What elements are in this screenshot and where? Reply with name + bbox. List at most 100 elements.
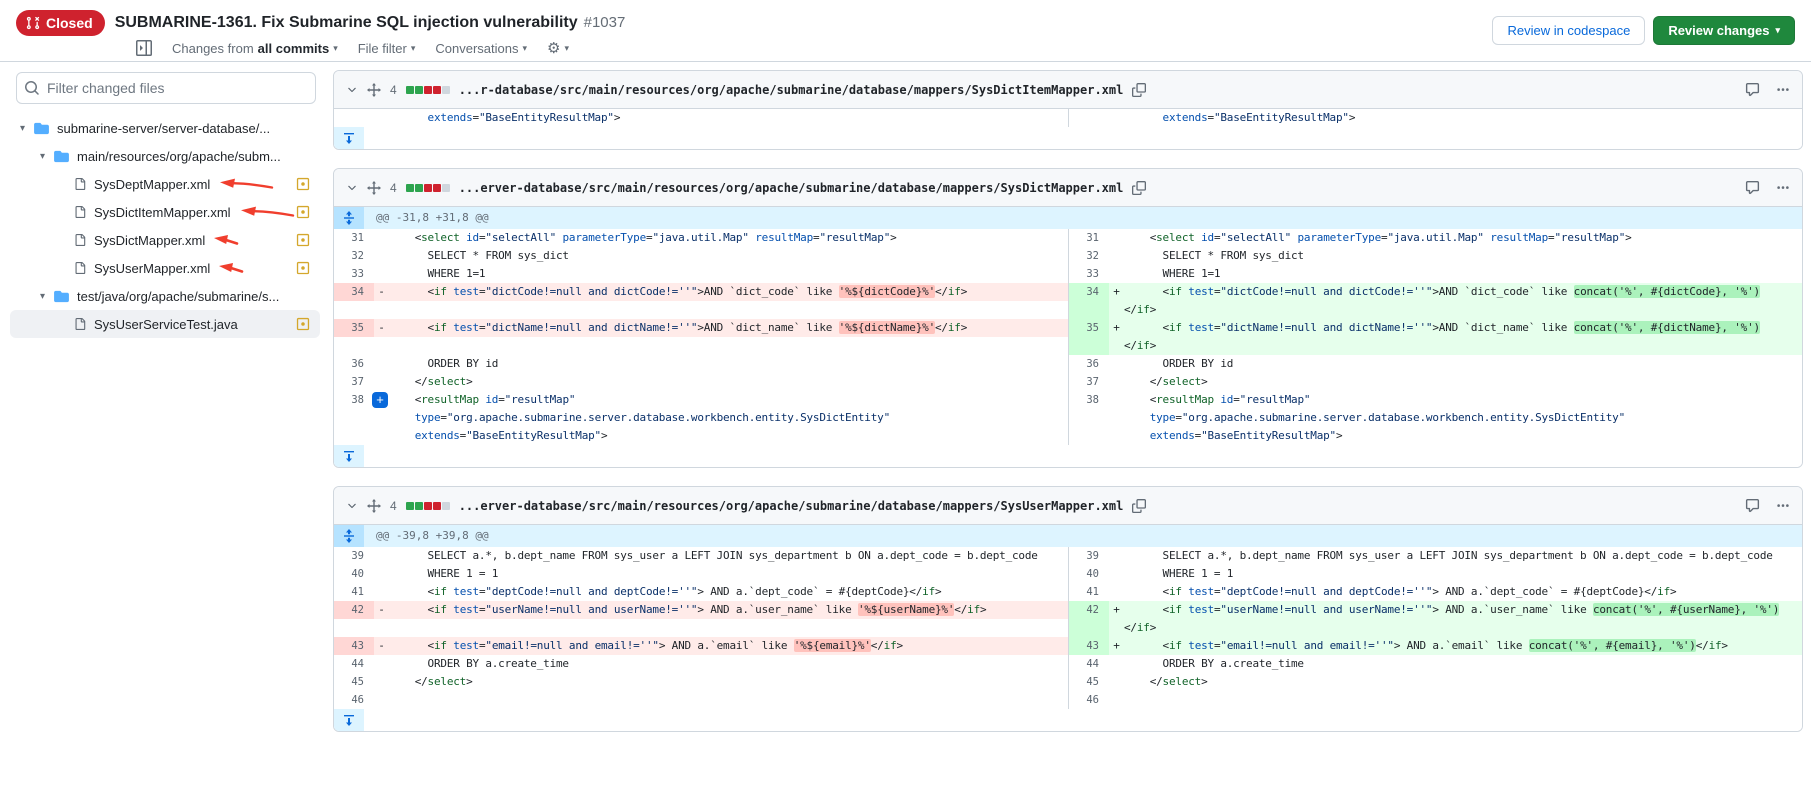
code-line: ORDER BY id xyxy=(1124,355,1802,373)
comment-icon[interactable] xyxy=(1745,82,1760,97)
line-number xyxy=(1069,301,1109,319)
line-number[interactable]: 36 xyxy=(334,355,374,373)
line-number[interactable]: 41 xyxy=(334,583,374,601)
code-line: <if test="userName!=null and userName!='… xyxy=(389,601,1068,619)
pr-status-label: Closed xyxy=(46,15,93,31)
diff-side-right: </if> xyxy=(1068,301,1802,319)
tree-file-item[interactable]: SysUserServiceTest.java xyxy=(10,310,320,338)
line-number[interactable]: 45 xyxy=(1069,673,1109,691)
line-number[interactable]: 33 xyxy=(1069,265,1109,283)
line-number[interactable]: 43 xyxy=(1069,637,1109,655)
diff-row: 32 SELECT * FROM sys_dict32 SELECT * FRO… xyxy=(334,247,1802,265)
chevron-down-icon: ▾ xyxy=(20,123,34,134)
expand-down-button[interactable] xyxy=(334,127,364,149)
line-number[interactable]: 35 xyxy=(1069,319,1109,337)
line-number[interactable]: 43 xyxy=(334,637,374,655)
code-line xyxy=(389,619,1068,637)
line-number[interactable]: 45 xyxy=(334,673,374,691)
line-number[interactable]: 40 xyxy=(334,565,374,583)
diff-side-right: 33 WHERE 1=1 xyxy=(1068,265,1802,283)
filter-files-input[interactable] xyxy=(16,72,316,104)
diff-settings-button[interactable]: ⚙ ▾ xyxy=(547,41,569,56)
line-number[interactable]: 41 xyxy=(1069,583,1109,601)
collapse-file-button[interactable] xyxy=(346,182,358,194)
line-number[interactable]: 32 xyxy=(334,247,374,265)
line-number[interactable]: 36 xyxy=(1069,355,1109,373)
line-number[interactable]: 31 xyxy=(1069,229,1109,247)
drag-handle-icon[interactable] xyxy=(367,499,381,513)
line-number[interactable]: 39 xyxy=(1069,547,1109,565)
code-line: </select> xyxy=(389,373,1068,391)
kebab-menu-button[interactable] xyxy=(1776,83,1790,97)
comment-icon[interactable] xyxy=(1745,180,1760,195)
diff-row: 37 </select>37 </select> xyxy=(334,373,1802,391)
line-number[interactable]: 42 xyxy=(1069,601,1109,619)
diff-list: 4...r-database/src/main/resources/org/ap… xyxy=(326,62,1811,750)
diff-footer xyxy=(334,127,1802,149)
collapse-file-button[interactable] xyxy=(346,84,358,96)
line-number[interactable]: 44 xyxy=(334,655,374,673)
diff-sign: - xyxy=(374,637,389,655)
tree-file-item[interactable]: SysUserMapper.xml xyxy=(10,254,320,282)
expand-down-button[interactable] xyxy=(334,709,364,731)
line-number xyxy=(334,109,374,127)
line-number[interactable]: 42 xyxy=(334,601,374,619)
tree-folder-item[interactable]: ▾ main/resources/org/apache/subm... xyxy=(10,142,320,170)
tree-item-label: main/resources/org/apache/subm... xyxy=(77,149,281,164)
kebab-menu-button[interactable] xyxy=(1776,499,1790,513)
expand-hunk-button[interactable] xyxy=(334,207,364,229)
line-number[interactable]: 31 xyxy=(334,229,374,247)
copy-path-button[interactable] xyxy=(1132,499,1146,513)
kebab-menu-button[interactable] xyxy=(1776,181,1790,195)
diff-row: 31 <select id="selectAll" parameterType=… xyxy=(334,229,1802,247)
line-number[interactable]: 44 xyxy=(1069,655,1109,673)
copy-path-button[interactable] xyxy=(1132,181,1146,195)
line-number[interactable]: 38+ xyxy=(334,391,374,409)
diff-side-right: 39 SELECT a.*, b.dept_name FROM sys_user… xyxy=(1068,547,1802,565)
review-changes-button[interactable]: Review changes ▾ xyxy=(1653,16,1795,45)
diff-sign xyxy=(1109,247,1124,265)
tree-folder-item[interactable]: ▾test/java/org/apache/submarine/s... xyxy=(10,282,320,310)
file-filter-dropdown[interactable]: File filter ▾ xyxy=(358,41,416,56)
review-in-codespace-button[interactable]: Review in codespace xyxy=(1492,16,1645,45)
line-number[interactable]: 46 xyxy=(334,691,374,709)
diff-side-left: 36 ORDER BY id xyxy=(334,355,1068,373)
changes-from-dropdown[interactable]: Changes from all commits ▾ xyxy=(172,41,338,56)
line-number[interactable]: 37 xyxy=(1069,373,1109,391)
diffstat-square-add xyxy=(406,184,414,192)
line-number[interactable]: 40 xyxy=(1069,565,1109,583)
expand-hunk-button[interactable] xyxy=(334,525,364,547)
expand-down-button[interactable] xyxy=(334,445,364,467)
add-comment-button[interactable]: + xyxy=(372,392,388,408)
conversations-dropdown[interactable]: Conversations ▾ xyxy=(435,41,527,56)
chevron-down-icon: ▾ xyxy=(40,151,54,162)
diff-sign xyxy=(1109,265,1124,283)
copy-path-button[interactable] xyxy=(1132,83,1146,97)
line-number[interactable]: 34 xyxy=(1069,283,1109,301)
drag-handle-icon[interactable] xyxy=(367,181,381,195)
tree-file-item[interactable]: SysDictItemMapper.xml xyxy=(10,198,320,226)
collapse-file-button[interactable] xyxy=(346,500,358,512)
tree-file-item[interactable]: SysDictMapper.xml xyxy=(10,226,320,254)
comment-icon[interactable] xyxy=(1745,498,1760,513)
drag-handle-icon[interactable] xyxy=(367,83,381,97)
line-number[interactable]: 39 xyxy=(334,547,374,565)
line-number[interactable]: 32 xyxy=(1069,247,1109,265)
diff-side-right: 31 <select id="selectAll" parameterType=… xyxy=(1068,229,1802,247)
diff-row: </if> xyxy=(334,619,1802,637)
tree-file-item[interactable]: SysDeptMapper.xml xyxy=(10,170,320,198)
code-line: extends="BaseEntityResultMap"> xyxy=(1124,427,1802,445)
line-number[interactable]: 46 xyxy=(1069,691,1109,709)
line-number[interactable]: 33 xyxy=(334,265,374,283)
line-number[interactable]: 35 xyxy=(334,319,374,337)
all-commits-label: all commits xyxy=(258,41,330,56)
line-number[interactable]: 37 xyxy=(334,373,374,391)
code-line: <if test="email!=null and email!=''"> AN… xyxy=(389,637,1068,655)
tree-folder-item[interactable]: ▾submarine-server/server-database/... xyxy=(10,114,320,142)
line-number[interactable]: 34 xyxy=(334,283,374,301)
diff-sign xyxy=(1109,565,1124,583)
sidebar-toggle-button[interactable] xyxy=(136,40,152,56)
diff-row: 33 WHERE 1=133 WHERE 1=1 xyxy=(334,265,1802,283)
folder-icon xyxy=(34,122,49,135)
line-number[interactable]: 38 xyxy=(1069,391,1109,409)
